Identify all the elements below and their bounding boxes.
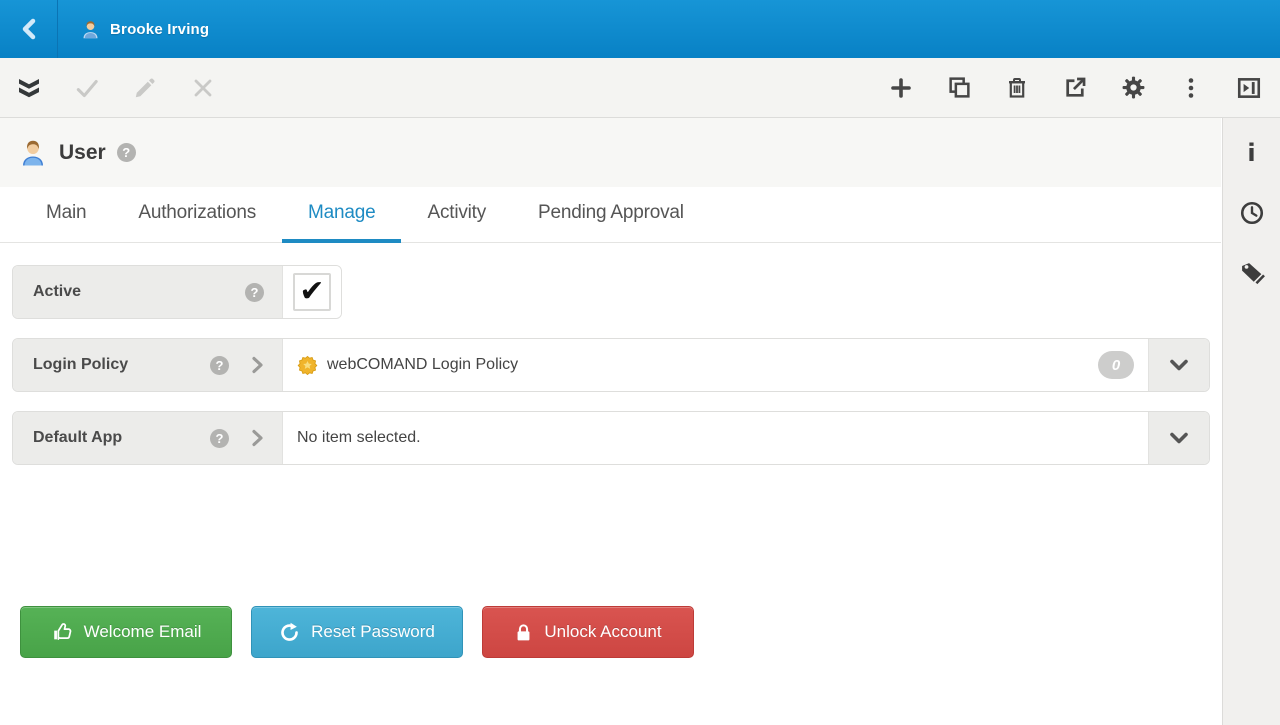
edit-button[interactable] (116, 58, 174, 118)
tab-pending-approval[interactable]: Pending Approval (512, 187, 710, 243)
open-external-button[interactable] (1046, 58, 1104, 118)
delete-button[interactable] (988, 58, 1046, 118)
tags-button[interactable] (1232, 256, 1272, 290)
toolbar-left-group (0, 58, 232, 118)
tab-bar: Main Authorizations Manage Activity Pend… (0, 187, 1221, 243)
close-icon (194, 79, 212, 96)
default-app-dropdown-button[interactable] (1148, 412, 1209, 464)
field-login-policy-label-cell: Login Policy ? (13, 339, 283, 391)
unlock-account-label: Unlock Account (544, 622, 662, 641)
more-button[interactable] (1162, 58, 1220, 118)
field-default-app-label-cell: Default App ? (13, 412, 283, 464)
toggle-panel-icon (1237, 77, 1261, 98)
user-type-icon (23, 140, 43, 165)
field-default-app-value-cell[interactable]: No item selected. (283, 412, 1148, 464)
field-active-label: Active (33, 283, 82, 300)
thumbs-up-icon (53, 623, 71, 641)
back-button[interactable] (0, 0, 58, 58)
active-checkbox[interactable]: ✔ (293, 273, 331, 311)
login-policy-count-badge: 0 (1098, 351, 1134, 379)
duplicate-button[interactable] (930, 58, 988, 118)
page-help-icon[interactable]: ? (116, 143, 136, 162)
kebab-icon (1188, 77, 1194, 98)
cancel-button[interactable] (174, 58, 232, 118)
reset-password-button[interactable]: Reset Password (251, 606, 463, 658)
info-button[interactable]: i (1232, 136, 1272, 170)
tab-authorizations[interactable]: Authorizations (112, 187, 282, 243)
reset-password-label: Reset Password (311, 622, 435, 641)
settings-button[interactable] (1104, 58, 1162, 118)
field-login-policy-label: Login Policy (33, 356, 129, 373)
tab-main[interactable]: Main (20, 187, 112, 243)
check-icon (76, 79, 98, 97)
tag-icon (1241, 263, 1265, 285)
page-title: User (59, 140, 106, 164)
topbar-user-name: Brooke Irving (110, 20, 210, 38)
welcome-email-button[interactable]: Welcome Email (20, 606, 232, 658)
field-default-app-label: Default App (33, 429, 123, 446)
duplicate-icon (948, 77, 970, 98)
checkmark-icon: ✔ (299, 274, 325, 309)
field-active: Active ? ✔ (12, 265, 342, 319)
chevron-left-icon (22, 18, 35, 40)
user-avatar-icon (83, 20, 98, 38)
field-active-help-icon[interactable]: ? (245, 282, 264, 302)
trash-icon (1009, 77, 1025, 98)
login-policy-value: webCOMAND Login Policy (327, 356, 519, 373)
lock-icon (517, 623, 530, 640)
right-rail: i (1222, 118, 1280, 725)
tab-activity[interactable]: Activity (401, 187, 512, 243)
field-login-policy-value-cell[interactable]: webCOMAND Login Policy 0 (283, 339, 1148, 391)
policy-badge-icon (297, 355, 318, 375)
content-area: User ? Main Authorizations Manage Activi… (0, 118, 1221, 725)
history-button[interactable] (1232, 196, 1272, 230)
chevron-down-icon (1170, 432, 1188, 444)
toolbar-right-group (872, 58, 1278, 118)
page-header: User ? (0, 118, 1221, 187)
pencil-icon (135, 77, 155, 97)
chevron-right-icon[interactable] (251, 429, 264, 447)
info-icon: i (1247, 139, 1256, 167)
plus-icon (891, 77, 911, 98)
unlock-account-button[interactable]: Unlock Account (482, 606, 694, 658)
action-buttons: Welcome Email Reset Password Unlock Acco… (20, 606, 694, 658)
current-record[interactable]: Brooke Irving (80, 19, 209, 40)
clock-icon (1240, 201, 1263, 225)
open-external-icon (1065, 77, 1085, 97)
field-login-policy: Login Policy ? webCOMAND Login Policy 0 (12, 338, 1210, 392)
field-active-label-cell: Active ? (13, 266, 283, 318)
toggle-panel-button[interactable] (1220, 58, 1278, 118)
chevron-down-icon (1170, 359, 1188, 371)
field-active-value-cell: ✔ (283, 266, 341, 318)
approve-button[interactable] (58, 58, 116, 118)
field-default-app-help-icon[interactable]: ? (210, 428, 229, 448)
welcome-email-label: Welcome Email (83, 622, 202, 641)
default-app-value: No item selected. (297, 429, 421, 446)
toolbar (0, 58, 1280, 118)
reset-icon (281, 622, 298, 641)
topbar: Brooke Irving (0, 0, 1280, 58)
collapse-all-icon (19, 78, 39, 97)
field-login-policy-help-icon[interactable]: ? (210, 355, 229, 375)
gear-icon (1122, 76, 1144, 99)
chevron-right-icon[interactable] (251, 356, 264, 374)
collapse-all-button[interactable] (0, 58, 58, 118)
field-default-app: Default App ? No item selected. (12, 411, 1210, 465)
login-policy-dropdown-button[interactable] (1148, 339, 1209, 391)
tab-manage[interactable]: Manage (282, 187, 402, 243)
add-button[interactable] (872, 58, 930, 118)
